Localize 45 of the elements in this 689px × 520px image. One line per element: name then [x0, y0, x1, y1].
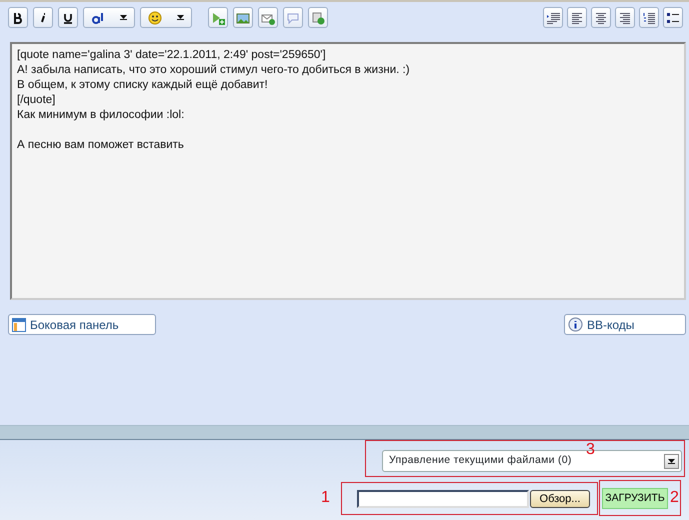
numbered-list-icon: [642, 10, 656, 24]
add-media-button[interactable]: [208, 7, 228, 28]
message-text-area[interactable]: [10, 42, 686, 300]
text-line: В общем, к этому списку каждый ещё добавит!: [17, 78, 269, 93]
smiley-icon: [148, 10, 162, 24]
upload-button[interactable]: ЗАГРУЗИТЬ: [602, 488, 668, 509]
select-value: Управление текущими файлами (0): [389, 453, 572, 468]
underline-button[interactable]: [58, 7, 78, 28]
add-envelope-button[interactable]: [258, 7, 278, 28]
image-button[interactable]: [233, 7, 253, 28]
browse-button[interactable]: Обзор...: [530, 490, 590, 508]
font-color-icon: [91, 10, 106, 24]
bold-button[interactable]: [8, 7, 28, 28]
text-line: Как минимум в философии :lol:: [17, 108, 186, 123]
side-panel-button[interactable]: Боковая панель: [8, 314, 156, 335]
speech-bubble-icon: [286, 10, 300, 24]
font-color-button[interactable]: [83, 7, 135, 28]
caret-icon: [176, 15, 184, 20]
bold-icon: [11, 10, 25, 24]
align-center-button[interactable]: [591, 7, 611, 28]
italic-button[interactable]: [33, 7, 53, 28]
align-center-icon: [594, 10, 608, 24]
caret-icon: [120, 15, 127, 20]
add-media-icon: [211, 10, 225, 24]
text-line: [quote name='galina 3' date='22.1.2011, 2:49' post='259650']: [17, 48, 327, 63]
image-icon: [236, 10, 250, 24]
align-left-icon: [570, 10, 584, 24]
smiley-button[interactable]: [140, 7, 192, 28]
text-line: [/quote]: [17, 93, 56, 108]
annotation-number: 1: [321, 490, 330, 506]
side-panel-icon: [12, 318, 26, 332]
bbcodes-button[interactable]: BB-коды: [564, 314, 686, 335]
bullet-list-button[interactable]: [663, 7, 683, 28]
bullet-list-icon: [666, 10, 680, 24]
annotation-number: 2: [670, 490, 679, 506]
info-icon: [568, 317, 583, 332]
align-right-icon: [618, 10, 632, 24]
align-left-button[interactable]: [567, 7, 587, 28]
align-right-button[interactable]: [615, 7, 635, 28]
indent-button[interactable]: [543, 7, 563, 28]
file-input-field[interactable]: [357, 490, 529, 508]
indent-icon: [546, 10, 560, 24]
numbered-list-button[interactable]: [639, 7, 659, 28]
text-line: А! забыла написать, что это хороший стимул чего-то добиться в жизни. :): [17, 63, 411, 78]
text-line: А песню вам поможет вставить: [17, 138, 185, 153]
